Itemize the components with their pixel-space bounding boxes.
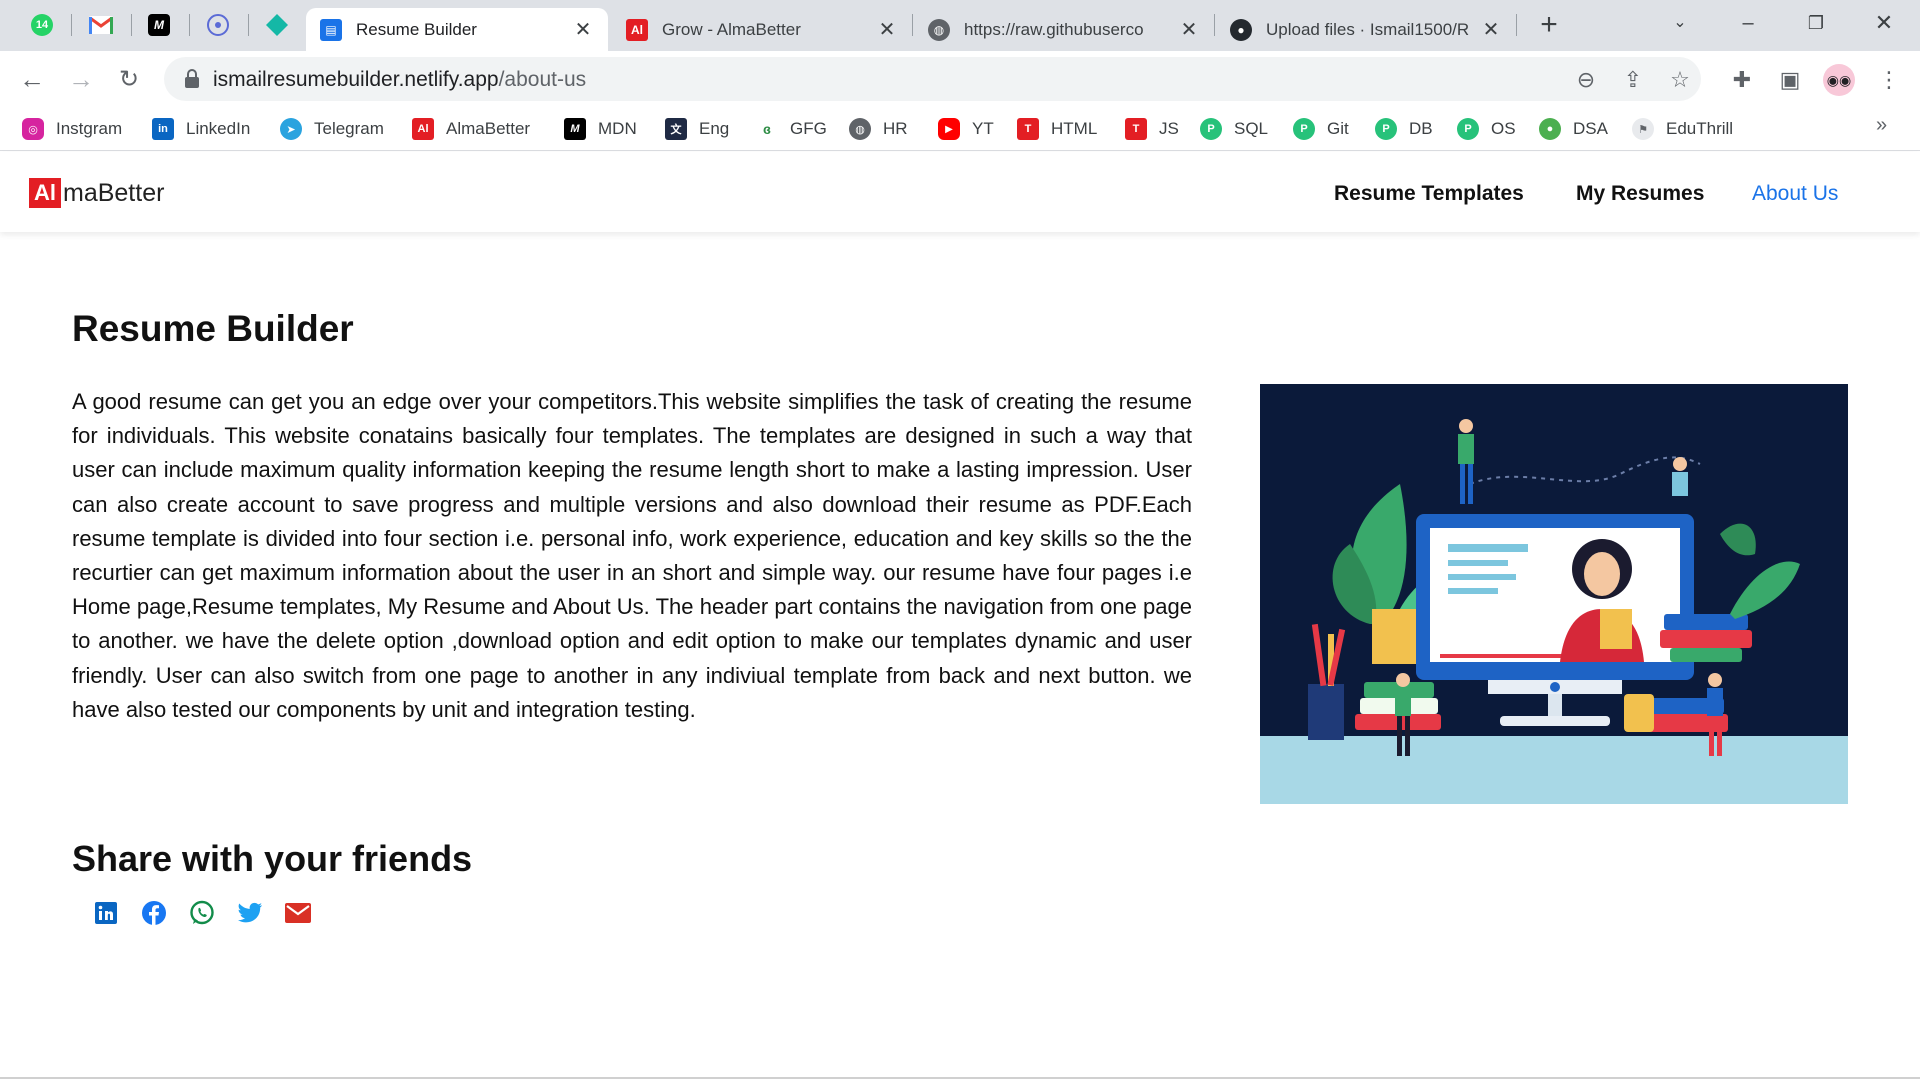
browser-toolbar: ← → ↻ ismailresumebuilder.netlify.app/ab… bbox=[0, 51, 1920, 107]
bookmark-mdn[interactable]: M MDN bbox=[564, 115, 637, 143]
linkedin-icon: in bbox=[152, 118, 174, 140]
logo-mark: Al bbox=[29, 178, 61, 208]
close-icon[interactable]: ✕ bbox=[572, 19, 594, 41]
whatsapp-icon: 14 bbox=[31, 14, 53, 36]
nav-about-us[interactable]: About Us bbox=[1752, 182, 1838, 206]
bookmark-html[interactable]: T HTML bbox=[1017, 115, 1097, 143]
mdn-icon: M bbox=[564, 118, 586, 140]
bookmark-almabetter[interactable]: Al AlmaBetter bbox=[412, 115, 530, 143]
back-button[interactable]: ← bbox=[14, 61, 50, 97]
instagram-icon: ◎ bbox=[22, 118, 44, 140]
html-icon: T bbox=[1017, 118, 1039, 140]
zoom-icon[interactable]: ⊖ bbox=[1572, 67, 1600, 92]
bookmark-linkedin[interactable]: in LinkedIn bbox=[152, 115, 250, 143]
document-icon: ▤ bbox=[320, 18, 342, 41]
tab-resume-builder[interactable]: ▤ Resume Builder ✕ bbox=[306, 8, 608, 51]
bookmark-telegram[interactable]: ➤ Telegram bbox=[280, 115, 384, 143]
hero-illustration bbox=[1260, 384, 1848, 804]
bookmark-yt[interactable]: ▶ YT bbox=[938, 115, 994, 143]
site-header: Al maBetter Resume Templates My Resumes … bbox=[0, 152, 1920, 232]
git-icon: P bbox=[1293, 118, 1315, 140]
youtube-icon: ▶ bbox=[938, 118, 960, 140]
os-icon: P bbox=[1457, 118, 1479, 140]
bookmarks-bar: ◎ Instgram in LinkedIn ➤ Telegram Al AlmaBet… bbox=[0, 107, 1920, 151]
tab-search-button[interactable]: ⌄ bbox=[1657, 8, 1703, 40]
db-icon: P bbox=[1375, 118, 1397, 140]
about-description: A good resume can get you an edge over y… bbox=[72, 389, 1192, 722]
whatsapp-share-icon[interactable] bbox=[189, 900, 215, 926]
pinned-tab-mdn[interactable]: M bbox=[134, 9, 184, 41]
diamond-icon bbox=[266, 14, 288, 36]
globe-icon: ◍ bbox=[849, 118, 871, 140]
almabetter-icon: Al bbox=[412, 118, 434, 140]
url-text: ismailresumebuilder.netlify.app/about-us bbox=[213, 68, 587, 91]
window-close-button[interactable]: ✕ bbox=[1861, 8, 1907, 40]
gmail-icon bbox=[89, 16, 113, 34]
bookmark-js[interactable]: T JS bbox=[1125, 115, 1179, 143]
minimize-button[interactable]: – bbox=[1725, 8, 1771, 40]
github-icon: ● bbox=[1230, 18, 1252, 41]
logo-text: maBetter bbox=[63, 178, 165, 207]
menu-icon[interactable]: ⋮ bbox=[1875, 67, 1903, 92]
tab-almabetter[interactable]: Al Grow - AlmaBetter ✕ bbox=[612, 8, 912, 51]
tab-strip: 14 M ▤ Resume Builder ✕ Al Grow - AlmaBe… bbox=[0, 0, 1920, 51]
site-logo[interactable]: Al maBetter bbox=[29, 178, 164, 208]
share-icon[interactable]: ⇪ bbox=[1619, 67, 1647, 92]
linkedin-share-icon[interactable] bbox=[93, 900, 119, 926]
sql-icon: P bbox=[1200, 118, 1222, 140]
pinned-tab-diamond[interactable] bbox=[252, 9, 302, 41]
address-bar[interactable]: ismailresumebuilder.netlify.app/about-us… bbox=[164, 57, 1701, 101]
pinned-tab-react[interactable] bbox=[193, 9, 243, 41]
dsa-icon: ● bbox=[1539, 118, 1561, 140]
gfg-icon: ɞ bbox=[756, 118, 778, 140]
reload-button[interactable]: ↻ bbox=[111, 61, 147, 97]
twitter-share-icon[interactable] bbox=[237, 900, 263, 926]
bookmark-eduthrill[interactable]: ⚑ EduThrill bbox=[1632, 115, 1733, 143]
almabetter-icon: Al bbox=[626, 18, 648, 41]
restore-button[interactable]: ❐ bbox=[1793, 8, 1839, 40]
bookmark-dsa[interactable]: ● DSA bbox=[1539, 115, 1608, 143]
extensions-icon[interactable]: ✚ bbox=[1728, 67, 1756, 92]
close-icon[interactable]: ✕ bbox=[1480, 19, 1502, 41]
bookmark-instagram[interactable]: ◎ Instgram bbox=[22, 115, 122, 143]
bookmark-db[interactable]: P DB bbox=[1375, 115, 1433, 143]
mdn-icon: M bbox=[148, 14, 170, 36]
profile-avatar[interactable]: ◉◉ bbox=[1823, 64, 1855, 96]
bookmark-sql[interactable]: P SQL bbox=[1200, 115, 1268, 143]
share-buttons bbox=[93, 900, 333, 926]
bookmark-os[interactable]: P OS bbox=[1457, 115, 1516, 143]
new-tab-button[interactable]: + bbox=[1533, 10, 1565, 42]
translate-icon: 文 bbox=[665, 118, 687, 140]
lock-icon bbox=[185, 69, 199, 88]
email-share-icon[interactable] bbox=[285, 900, 311, 926]
bookmark-hr[interactable]: ◍ HR bbox=[849, 115, 908, 143]
nav-resume-templates[interactable]: Resume Templates bbox=[1334, 182, 1524, 206]
forward-button[interactable]: → bbox=[63, 61, 99, 97]
page-bottom-border bbox=[0, 1077, 1920, 1079]
close-icon[interactable]: ✕ bbox=[1178, 19, 1200, 41]
pinned-tab-gmail[interactable] bbox=[76, 9, 126, 41]
online-learning-illustration bbox=[1260, 384, 1848, 804]
nav-my-resumes[interactable]: My Resumes bbox=[1576, 182, 1704, 206]
page-title: Resume Builder bbox=[72, 308, 354, 349]
bookmark-gfg[interactable]: ɞ GFG bbox=[756, 115, 827, 143]
close-icon[interactable]: ✕ bbox=[876, 19, 898, 41]
bookmark-git[interactable]: P Git bbox=[1293, 115, 1349, 143]
react-icon bbox=[207, 14, 229, 36]
bookmarks-overflow-icon[interactable]: » bbox=[1876, 114, 1887, 137]
facebook-share-icon[interactable] bbox=[141, 900, 167, 926]
globe-icon: ◍ bbox=[928, 18, 950, 41]
tab-raw-github[interactable]: ◍ https://raw.githubuserco ✕ bbox=[914, 8, 1214, 51]
telegram-icon: ➤ bbox=[280, 118, 302, 140]
tab-upload-files[interactable]: ● Upload files · Ismail1500/R ✕ bbox=[1216, 8, 1516, 51]
js-icon: T bbox=[1125, 118, 1147, 140]
bookmark-eng[interactable]: 文 Eng bbox=[665, 115, 729, 143]
star-icon[interactable]: ☆ bbox=[1666, 67, 1694, 92]
eduthrill-icon: ⚑ bbox=[1632, 118, 1654, 140]
share-heading: Share with your friends bbox=[72, 838, 473, 879]
pinned-tab-whatsapp[interactable]: 14 bbox=[17, 9, 67, 41]
side-panel-icon[interactable]: ▣ bbox=[1776, 67, 1804, 92]
